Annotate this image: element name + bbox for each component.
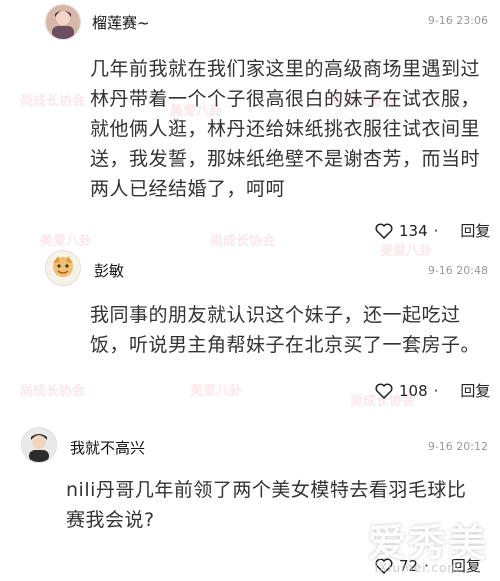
avatar[interactable] (45, 250, 81, 286)
like-count: 108 (399, 381, 428, 400)
dot-separator: · (433, 221, 439, 240)
comment-line: 送，我发誓，那妹纸绝壁不是谢杏芳，而当时 (90, 148, 481, 170)
timestamp: 9-16 20:12 (427, 440, 488, 453)
avatar[interactable] (21, 427, 57, 463)
heart-icon[interactable] (375, 383, 393, 399)
timestamp: 9-16 23:06 (427, 14, 488, 27)
comment-item: 榴莲赛~ 9-16 23:06 几年前我就在我们家这里的高级商场里遇到过 林丹带… (0, 0, 500, 245)
reply-button[interactable]: 回复 (460, 220, 490, 241)
username[interactable]: 榴莲赛~ (92, 12, 150, 33)
comment-line: 饭，听说男主角帮妹子在北京买了一套房子。 (90, 334, 481, 356)
comment-actions: 134 · 回复 (375, 220, 490, 241)
comment-actions: 108 · 回复 (375, 380, 490, 401)
dot-separator: · (433, 381, 439, 400)
comment-line: 几年前我就在我们家这里的高级商场里遇到过 (90, 58, 481, 80)
comment-line: nili丹哥几年前领了两个美女模特去看羽毛球比 (66, 479, 467, 501)
comment-text: 几年前我就在我们家这里的高级商场里遇到过 林丹带着一个个子很高很白的妹子在试衣服… (90, 54, 490, 204)
comment-line: 林丹带着一个个子很高很白的妹子在试衣服， (90, 88, 481, 110)
heart-icon[interactable] (375, 223, 393, 239)
username[interactable]: 彭敏 (94, 260, 124, 281)
comment-line: 两人已经结婚了，呵呵 (90, 178, 286, 200)
timestamp: 9-16 20:48 (427, 264, 488, 277)
reply-button[interactable]: 回复 (460, 380, 490, 401)
like-count: 134 (399, 221, 428, 240)
site-logo-url: iXiumei.com (374, 561, 460, 575)
username[interactable]: 我就不高兴 (70, 437, 145, 458)
site-logo: 爱秀美 (367, 520, 488, 565)
avatar[interactable] (45, 4, 81, 40)
comment-item: 彭敏 9-16 20:48 我同事的朋友就认识这个妹子，还一起吃过 饭，听说男主… (0, 245, 500, 415)
comment-text: 我同事的朋友就认识这个妹子，还一起吃过 饭，听说男主角帮妹子在北京买了一套房子。 (90, 300, 490, 360)
comment-line: 就他俩人逛，林丹还给妹纸挑衣服往试衣间里 (90, 118, 481, 140)
comment-line: 我同事的朋友就认识这个妹子，还一起吃过 (90, 304, 461, 326)
